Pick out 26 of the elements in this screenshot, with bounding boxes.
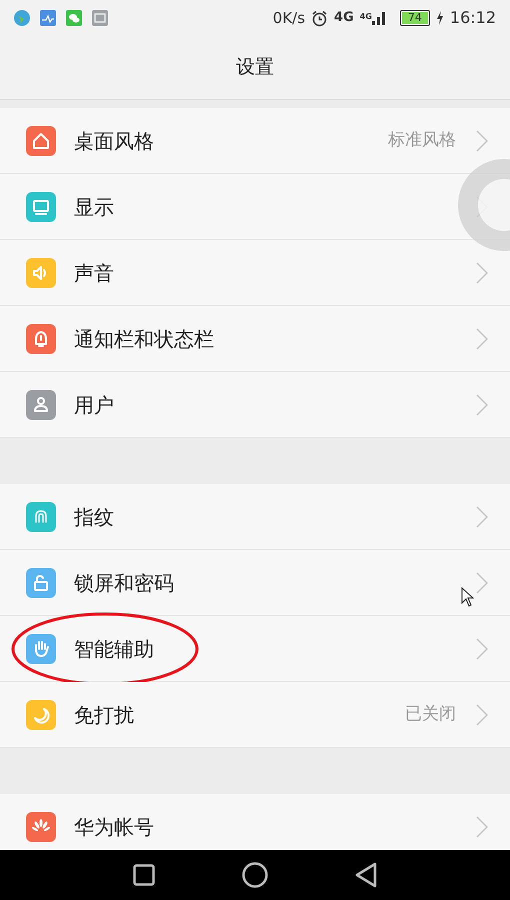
settings-row[interactable]: 华为帐号 (0, 794, 510, 850)
row-label: 智能辅助 (74, 636, 154, 662)
settings-row[interactable]: 锁屏和密码 (0, 550, 510, 616)
row-label: 指纹 (74, 504, 114, 530)
battery: 74 (400, 10, 430, 26)
page-title: 设置 (236, 55, 274, 80)
row-label: 通知栏和状态栏 (74, 326, 214, 352)
row-label: 显示 (74, 194, 114, 220)
row-label: 桌面风格 (74, 128, 154, 154)
settings-row[interactable]: 通知栏和状态栏 (0, 306, 510, 372)
settings-row[interactable]: 免打扰 已关闭 (0, 682, 510, 748)
row-label: 锁屏和密码 (74, 570, 174, 596)
row-label: 免打扰 (74, 702, 134, 728)
settings-row[interactable]: 用户 (0, 372, 510, 438)
network-speed: 0K/s (272, 8, 306, 29)
settings-row[interactable]: 指纹 (0, 484, 510, 550)
clock: 16:12 (450, 7, 496, 29)
row-value: 已关闭 (405, 702, 456, 726)
settings-row[interactable]: 声音 (0, 240, 510, 306)
row-label: 华为帐号 (74, 814, 154, 840)
row-label: 用户 (74, 392, 114, 418)
network-type-small: 4G (360, 11, 372, 23)
settings-row[interactable]: 桌面风格 标准风格 (0, 108, 510, 174)
row-value: 标准风格 (388, 128, 456, 152)
row-label: 声音 (74, 260, 114, 286)
network-type: 4G (334, 9, 354, 28)
